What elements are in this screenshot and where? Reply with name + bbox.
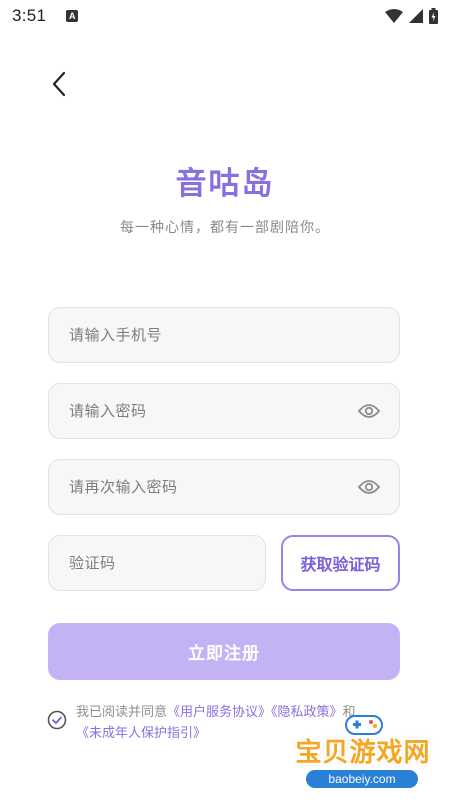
minor-guide-link[interactable]: 《未成年人保护指引》 <box>76 726 206 741</box>
password-field[interactable] <box>48 383 400 439</box>
battery-icon <box>429 8 438 24</box>
register-button[interactable]: 立即注册 <box>48 623 400 680</box>
code-input[interactable] <box>67 553 265 573</box>
status-icons <box>385 8 438 24</box>
check-circle-icon[interactable] <box>47 710 67 730</box>
back-arrow-icon <box>52 71 66 97</box>
status-time: 3:51 <box>12 6 47 25</box>
signal-icon <box>409 9 423 23</box>
password-input[interactable] <box>67 401 357 421</box>
agreement-prefix: 我已阅读并同意 <box>76 705 168 720</box>
get-code-button[interactable]: 获取验证码 <box>281 535 400 591</box>
confirm-password-field[interactable] <box>48 459 400 515</box>
status-bar: 3:51 A <box>0 0 450 32</box>
back-button[interactable] <box>44 68 74 100</box>
watermark-url: baobeiy.com <box>306 770 418 788</box>
eye-icon[interactable] <box>357 399 381 423</box>
eye-icon[interactable] <box>357 475 381 499</box>
confirm-password-input[interactable] <box>67 477 357 497</box>
wifi-icon <box>385 9 403 23</box>
app-subtitle: 每一种心情，都有一部剧陪你。 <box>120 220 330 236</box>
phone-field[interactable] <box>48 307 400 363</box>
watermark-brand: 宝贝游戏网 <box>295 738 431 768</box>
user-agreement-link[interactable]: 《用户服务协议》 <box>167 705 271 720</box>
watermark: 宝贝游戏网 baobeiy.com <box>276 712 450 800</box>
code-field[interactable] <box>48 535 266 591</box>
phone-input[interactable] <box>67 325 381 345</box>
notification-icon: A <box>66 10 79 22</box>
app-title: 音咕岛 <box>175 166 275 202</box>
